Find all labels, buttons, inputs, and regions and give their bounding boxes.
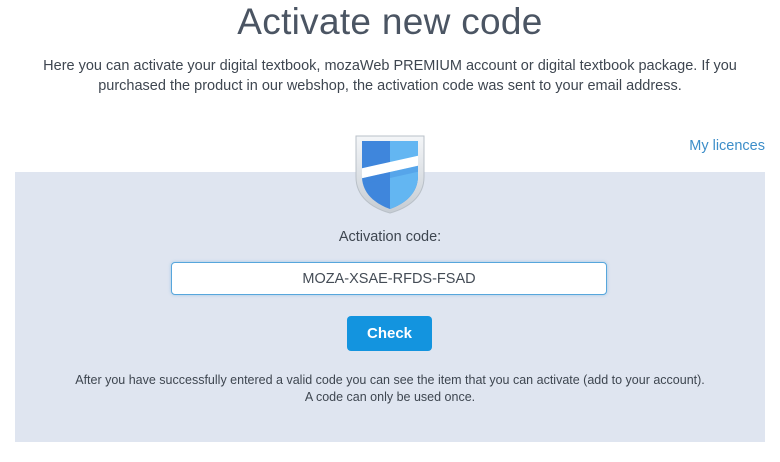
shield-icon <box>354 134 426 214</box>
my-licences-link[interactable]: My licences <box>689 138 765 154</box>
check-button[interactable]: Check <box>347 316 432 351</box>
activation-code-input[interactable] <box>171 262 607 295</box>
activate-code-page: Activate new code Here you can activate … <box>0 0 780 462</box>
activation-code-label: Activation code: <box>338 229 442 245</box>
intro-text: Here you can activate your digital textb… <box>43 58 737 94</box>
activation-note: After you have successfully entered a va… <box>0 372 780 406</box>
page-title: Activate new code <box>237 1 543 42</box>
note-line-1: After you have successfully entered a va… <box>75 373 705 387</box>
note-line-2: A code can only be used once. <box>304 390 476 404</box>
